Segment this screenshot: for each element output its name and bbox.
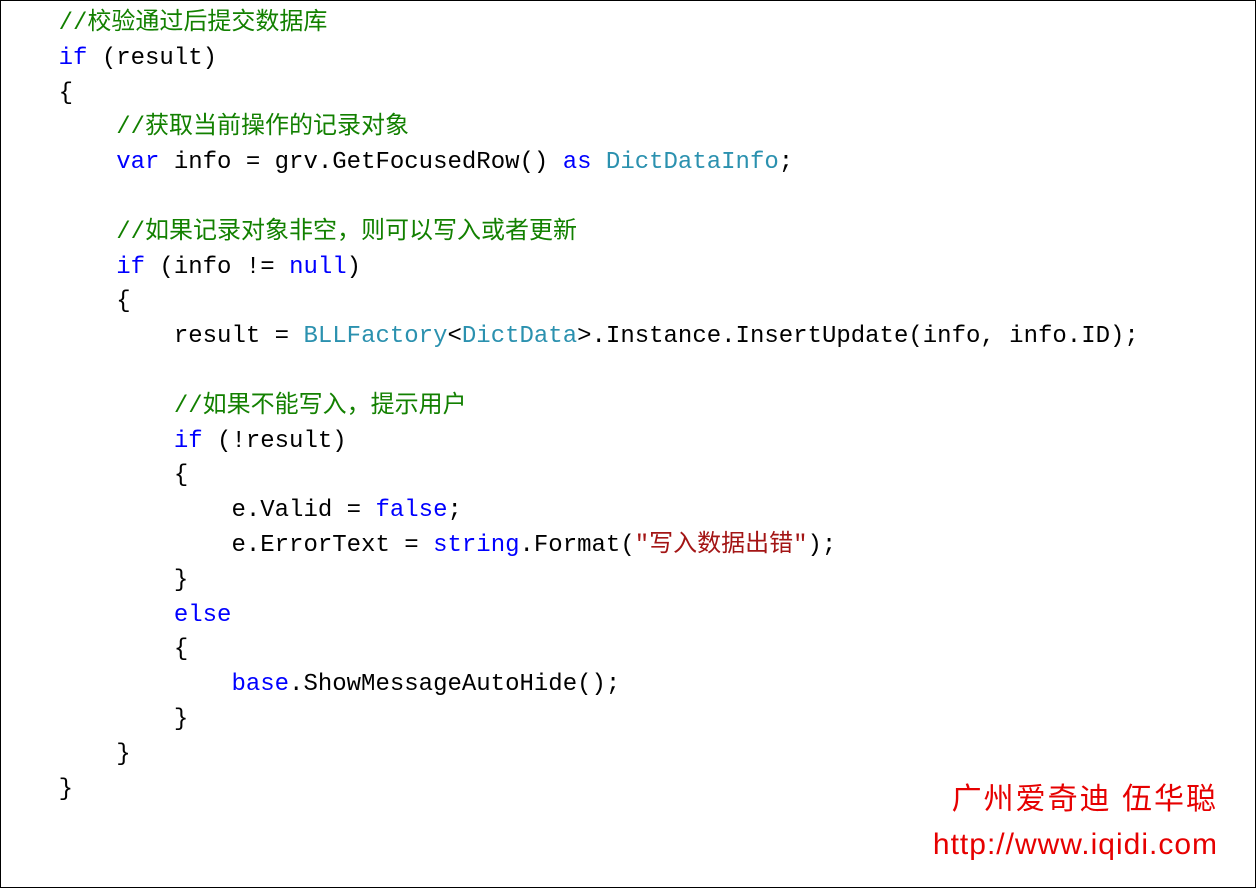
watermark: 广州爱奇迪 伍华聪 http://www.iqidi.com <box>933 777 1218 867</box>
code-line: { <box>1 636 188 663</box>
keyword-string: string <box>433 532 519 559</box>
watermark-url: http://www.iqidi.com <box>933 822 1218 867</box>
keyword-var: var <box>116 149 159 176</box>
keyword-else: else <box>174 602 232 629</box>
keyword-null: null <box>289 254 347 281</box>
code-block: //校验通过后提交数据库 if (result) { //获取当前操作的记录对象… <box>1 1 1255 807</box>
code-line: //校验通过后提交数据库 <box>1 10 327 37</box>
string-literal: "写入数据出错" <box>635 532 808 559</box>
code-line: //获取当前操作的记录对象 <box>1 114 409 141</box>
code-line: } <box>1 706 188 733</box>
watermark-author: 广州爱奇迪 伍华聪 <box>933 777 1218 822</box>
code-line: if (result) <box>1 45 217 72</box>
comment-text: //获取当前操作的记录对象 <box>116 114 409 141</box>
code-line: var info = grv.GetFocusedRow() as DictDa… <box>1 149 793 176</box>
code-line: if (info != null) <box>1 254 361 281</box>
code-line: } <box>1 567 188 594</box>
code-line: } <box>1 776 73 803</box>
code-line: else <box>1 602 231 629</box>
code-line: //如果不能写入，提示用户 <box>1 393 467 420</box>
comment-text: //如果记录对象非空，则可以写入或者更新 <box>116 219 577 246</box>
code-line: { <box>1 80 73 107</box>
code-line: if (!result) <box>1 428 347 455</box>
type-name: DictDataInfo <box>606 149 779 176</box>
code-line: result = BLLFactory<DictData>.Instance.I… <box>1 323 1139 350</box>
keyword-if: if <box>59 45 88 72</box>
code-frame: { "code": { "indent1": " ", "indent2": "… <box>0 0 1256 888</box>
code-line: } <box>1 741 131 768</box>
comment-text: //校验通过后提交数据库 <box>59 10 328 37</box>
keyword-false: false <box>375 497 447 524</box>
code-line: { <box>1 288 131 315</box>
keyword-if: if <box>116 254 145 281</box>
keyword-base: base <box>231 671 289 698</box>
keyword-if: if <box>174 428 203 455</box>
code-line: base.ShowMessageAutoHide(); <box>1 671 620 698</box>
code-line: e.Valid = false; <box>1 497 462 524</box>
keyword-as: as <box>563 149 592 176</box>
comment-text: //如果不能写入，提示用户 <box>174 393 467 420</box>
code-line: //如果记录对象非空，则可以写入或者更新 <box>1 219 577 246</box>
type-name: BLLFactory <box>303 323 447 350</box>
type-name: DictData <box>462 323 577 350</box>
code-line: { <box>1 462 188 489</box>
code-line: e.ErrorText = string.Format("写入数据出错"); <box>1 532 836 559</box>
